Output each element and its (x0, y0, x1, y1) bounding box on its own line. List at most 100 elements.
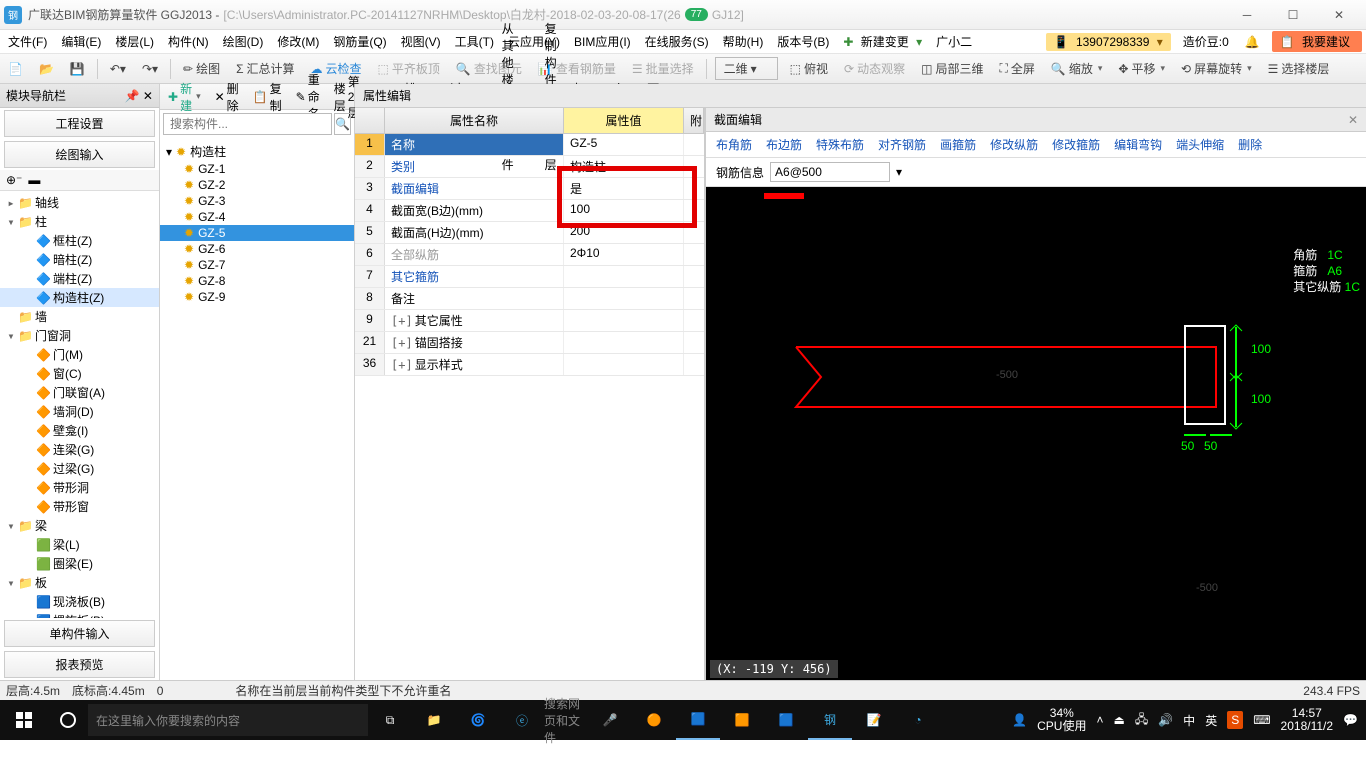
prop-row[interactable]: 21[+]锚固搭接 (355, 332, 704, 354)
menu-new-change[interactable]: ✚ 新建变更 ▾ (839, 31, 926, 52)
nav-node[interactable]: 🔶门联窗(A) (0, 383, 159, 402)
pin-icon[interactable]: 📌 ✕ (125, 89, 153, 103)
taskview-icon[interactable]: ⧉ (368, 700, 412, 740)
minimize-button[interactable]: ─ (1224, 1, 1270, 29)
component-root[interactable]: ▾ ✹ 构造柱 (160, 142, 354, 161)
nav-node[interactable]: ▸📁轴线 (0, 193, 159, 212)
tray-vol-icon[interactable]: 🔊 (1158, 713, 1173, 727)
component-item[interactable]: ✹ GZ-5 (160, 225, 354, 241)
view-2d-dropdown[interactable]: 二维 ▾ (715, 57, 778, 80)
taskbar-search[interactable]: 在这里输入你要搜索的内容 (88, 704, 368, 736)
tray-cpu[interactable]: 34%CPU使用 (1037, 707, 1086, 733)
tray-notifications-icon[interactable]: 💬 (1343, 713, 1358, 727)
nav-node[interactable]: 🔶连梁(G) (0, 440, 159, 459)
pin-browser-search[interactable]: 搜索网页和文件 (544, 700, 588, 740)
nav-node[interactable]: 🔶带形洞 (0, 478, 159, 497)
prop-row[interactable]: 6全部纵筋2Φ10 (355, 244, 704, 266)
pin-app3[interactable]: ◔ (896, 700, 940, 740)
bell-icon[interactable]: 🔔 (1241, 33, 1264, 51)
nav-node[interactable]: ▾📁门窗洞 (0, 326, 159, 345)
prop-row[interactable]: 1名称GZ-5 (355, 134, 704, 156)
menu-edit[interactable]: 编辑(E) (57, 31, 105, 52)
component-item[interactable]: ✹ GZ-4 (160, 209, 354, 225)
batch-select-button[interactable]: ☰ 批量选择 (628, 58, 698, 79)
sum-button[interactable]: Σ 汇总计算 (232, 58, 298, 79)
prop-row[interactable]: 9[+]其它属性 (355, 310, 704, 332)
section-close-icon[interactable]: ✕ (1348, 113, 1358, 127)
tray-lang1[interactable]: 中 (1183, 712, 1195, 729)
nav-node[interactable]: ▾📁板 (0, 573, 159, 592)
btn-single-input[interactable]: 单构件输入 (4, 620, 155, 647)
section-tab[interactable]: 特殊布筋 (816, 136, 864, 153)
tray-clock[interactable]: 14:572018/11/2 (1281, 707, 1334, 733)
pin-app-blue[interactable]: 🟦 (676, 700, 720, 740)
pin-notes[interactable]: 📝 (852, 700, 896, 740)
pan-button[interactable]: ✥ 平移 (1114, 58, 1169, 79)
rebar-info-dropdown-icon[interactable]: ▾ (896, 165, 902, 179)
prop-row[interactable]: 36[+]显示样式 (355, 354, 704, 376)
component-item[interactable]: ✹ GZ-8 (160, 273, 354, 289)
align-top-button[interactable]: ⬚ 平齐板顶 (374, 58, 444, 79)
tray-net-icon[interactable]: 🖧 (1135, 710, 1148, 731)
redo-icon[interactable]: ↷▾ (138, 60, 162, 78)
phone-badge[interactable]: 📱 13907298339 ▾ (1046, 33, 1171, 51)
top-view-button[interactable]: ⬚ 俯视 (786, 58, 832, 79)
nav-node[interactable]: 🔶门(M) (0, 345, 159, 364)
pin-360[interactable]: 🟠 (632, 700, 676, 740)
start-button[interactable] (0, 712, 48, 728)
nav-node[interactable]: 🔷端柱(Z) (0, 269, 159, 288)
section-canvas[interactable]: 角筋 1C 箍筋 A6 其它纵筋 1C (706, 187, 1366, 680)
search-icon[interactable]: 🔍 (334, 113, 351, 135)
cortana-icon[interactable] (48, 711, 88, 729)
btn-project-setting[interactable]: 工程设置 (4, 110, 155, 137)
section-tab[interactable]: 布边筋 (766, 136, 802, 153)
component-item[interactable]: ✹ GZ-1 (160, 161, 354, 177)
component-item[interactable]: ✹ GZ-9 (160, 289, 354, 305)
section-tab[interactable]: 编辑弯钩 (1114, 136, 1162, 153)
close-button[interactable]: ✕ (1316, 1, 1362, 29)
nav-node[interactable]: 🔶带形窗 (0, 497, 159, 516)
section-tab[interactable]: 对齐钢筋 (878, 136, 926, 153)
pin-mic-icon[interactable]: 🎤 (588, 700, 632, 740)
component-item[interactable]: ✹ GZ-3 (160, 193, 354, 209)
menu-floor[interactable]: 楼层(L) (111, 31, 158, 52)
collapse-icon[interactable]: ▬ (28, 173, 40, 187)
local-3d-button[interactable]: ◫ 局部三维 (917, 58, 987, 79)
search-input[interactable] (163, 113, 332, 135)
tray-up-icon[interactable]: ˄ (1096, 713, 1103, 727)
nav-node[interactable]: 🔷构造柱(Z) (0, 288, 159, 307)
nav-node[interactable]: 🟩圈梁(E) (0, 554, 159, 573)
section-tab[interactable]: 端头伸缩 (1176, 136, 1224, 153)
expand-icon[interactable]: ⊕⁻ (6, 173, 22, 187)
component-item[interactable]: ✹ GZ-2 (160, 177, 354, 193)
maximize-button[interactable]: ☐ (1270, 1, 1316, 29)
suggest-button[interactable]: 📋 我要建议 (1272, 31, 1362, 52)
nav-node[interactable]: ▾📁梁 (0, 516, 159, 535)
component-item[interactable]: ✹ GZ-7 (160, 257, 354, 273)
prop-row[interactable]: 8备注 (355, 288, 704, 310)
pin-pdf[interactable]: 🟧 (720, 700, 764, 740)
nav-node[interactable]: 🟩梁(L) (0, 535, 159, 554)
menu-view[interactable]: 视图(V) (397, 31, 445, 52)
menu-modify[interactable]: 修改(M) (273, 31, 323, 52)
pin-app2[interactable]: 🟦 (764, 700, 808, 740)
pin-glodon[interactable]: 钢 (808, 700, 852, 740)
btn-report[interactable]: 报表预览 (4, 651, 155, 678)
prop-row[interactable]: 2类别构造柱 (355, 156, 704, 178)
btn-draw-input[interactable]: 绘图输入 (4, 141, 155, 168)
new-file-icon[interactable]: 📄 (4, 60, 27, 78)
prop-row[interactable]: 4截面宽(B边)(mm)100 (355, 200, 704, 222)
menu-file[interactable]: 文件(F) (4, 31, 51, 52)
menu-version[interactable]: 版本号(B) (773, 31, 833, 52)
menu-component[interactable]: 构件(N) (164, 31, 213, 52)
tray-lang2[interactable]: 英 (1205, 712, 1217, 729)
rotate-screen-button[interactable]: ⟲ 屏幕旋转 (1177, 58, 1256, 79)
fullscreen-button[interactable]: ⛶ 全屏 (995, 58, 1038, 79)
pin-app1[interactable]: 🌀 (456, 700, 500, 740)
prop-row[interactable]: 5截面高(H边)(mm)200 (355, 222, 704, 244)
save-icon[interactable]: 💾 (66, 60, 89, 78)
menu-rebar[interactable]: 钢筋量(Q) (329, 31, 390, 52)
prop-row[interactable]: 7其它箍筋 (355, 266, 704, 288)
nav-node[interactable]: 🔶壁龛(I) (0, 421, 159, 440)
nav-node[interactable]: 📁墙 (0, 307, 159, 326)
